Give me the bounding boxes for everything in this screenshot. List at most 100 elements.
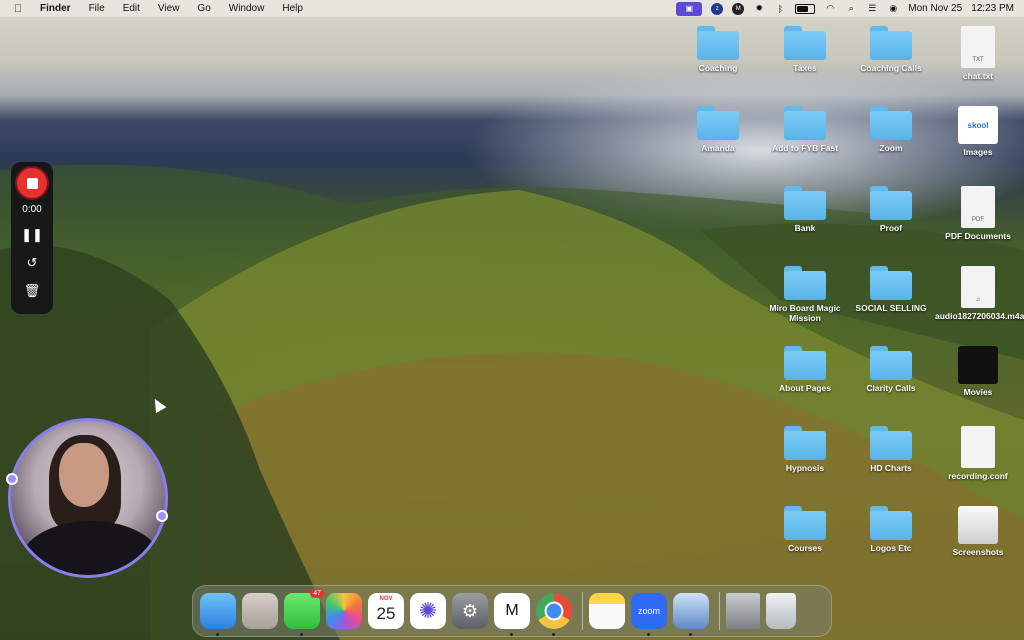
notes-icon[interactable] <box>589 593 625 629</box>
folder-icon <box>870 266 912 300</box>
folder-icon <box>784 426 826 460</box>
screen-recorder-icon[interactable]: ▣ <box>676 1 703 16</box>
running-indicator <box>300 633 303 636</box>
stop-icon <box>26 177 38 189</box>
apple-menu-icon[interactable]:  <box>14 3 28 15</box>
miro-app-icon[interactable]: M <box>494 593 530 636</box>
screen-recorder-app-icon[interactable]: ✺ <box>410 593 446 629</box>
thumbnail-icon <box>958 346 998 384</box>
document-icon: TXT <box>961 26 995 68</box>
desktop-item-coaching-calls[interactable]: Coaching Calls <box>848 26 934 73</box>
webcam-resize-handle[interactable] <box>6 473 18 485</box>
desktop-item-pdf-documents[interactable]: PDF PDF Documents <box>935 186 1021 241</box>
trash-icon[interactable]: 🗑 <box>24 283 41 299</box>
menu-help[interactable]: Help <box>282 3 303 14</box>
desktop-item-taxes[interactable]: Taxes <box>762 26 848 73</box>
system-settings-icon[interactable]: ⚙ <box>452 593 488 629</box>
zoom-icon[interactable]: z <box>711 2 724 15</box>
desktop-item-miro-board-magic-mission[interactable]: Miro Board Magic Mission <box>762 266 848 323</box>
desktop-item-label: Courses <box>787 543 822 553</box>
trash-icon[interactable] <box>766 593 796 629</box>
gear-icon[interactable]: ✹ <box>753 3 765 15</box>
desktop-item-movies[interactable]: Movies <box>935 346 1021 397</box>
messages-badge: 47 <box>310 589 324 598</box>
folder-icon <box>784 346 826 380</box>
zoom-app-label: zoom <box>637 606 660 616</box>
finder-icon[interactable] <box>200 593 236 636</box>
desktop-item-label: Images <box>963 147 993 157</box>
folder-icon <box>870 106 912 140</box>
preview-icon[interactable] <box>673 593 709 636</box>
bluetooth-icon[interactable]: ᛒ <box>774 3 786 15</box>
chrome-icon[interactable] <box>536 593 572 636</box>
folder-icon <box>870 26 912 60</box>
desktop-item-hd-charts[interactable]: HD Charts <box>848 426 934 473</box>
desktop-item-audio1827206034-m4a[interactable]: ♫ audio1827206034.m4a <box>935 266 1024 321</box>
document-icon: ♫ <box>961 266 995 308</box>
desktop-item-label: Screenshots <box>952 547 1004 557</box>
pause-icon[interactable]: ❚❚ <box>21 227 43 243</box>
restart-icon[interactable]: ↺ <box>27 255 38 271</box>
desktop-item-bank[interactable]: Bank <box>762 186 848 233</box>
messages-icon[interactable]: 47 <box>284 589 324 636</box>
webcam-resize-handle[interactable] <box>156 510 168 522</box>
siri-icon[interactable]: ◉ <box>887 3 899 15</box>
recorder-panel: 0:00 ❚❚ ↺ 🗑 <box>11 162 53 314</box>
desktop-item-label: HD Charts <box>870 463 912 473</box>
control-center-icon[interactable]: ☰ <box>866 3 878 15</box>
running-indicator <box>552 633 555 636</box>
folder-icon <box>870 346 912 380</box>
desktop-item-clarity-calls[interactable]: Clarity Calls <box>848 346 934 393</box>
menu-time[interactable]: 12:23 PM <box>971 3 1014 14</box>
desktop-item-chat-txt[interactable]: TXT chat.txt <box>935 26 1021 81</box>
menu-view[interactable]: View <box>158 3 180 14</box>
desktop-item-screenshots[interactable]: Screenshots <box>935 506 1021 557</box>
desktop-item-about-pages[interactable]: About Pages <box>762 346 848 393</box>
desktop-item-label: audio1827206034.m4a <box>935 311 1024 321</box>
dock-separator <box>582 592 583 630</box>
stop-record-button[interactable] <box>17 168 47 198</box>
desktop-item-coaching[interactable]: Coaching <box>675 26 761 73</box>
menu-finder[interactable]: Finder <box>40 3 71 14</box>
downloads-stack-icon[interactable] <box>726 593 760 629</box>
desktop-item-social-selling[interactable]: SOCIAL SELLING <box>848 266 934 313</box>
desktop-item-zoom[interactable]: Zoom <box>848 106 934 153</box>
launchpad-icon[interactable] <box>242 593 278 629</box>
folder-icon <box>697 106 739 140</box>
photos-icon[interactable] <box>326 593 362 629</box>
running-indicator <box>647 633 650 636</box>
menu-date[interactable]: Mon Nov 25 <box>908 3 962 14</box>
battery-icon[interactable] <box>795 3 816 14</box>
folder-icon <box>784 186 826 220</box>
folder-icon <box>784 506 826 540</box>
desktop-item-label: Movies <box>963 387 993 397</box>
dock-separator <box>719 592 720 630</box>
desktop-item-logos-etc[interactable]: Logos Etc <box>848 506 934 553</box>
folder-icon <box>784 106 826 140</box>
desktop-item-hypnosis[interactable]: Hypnosis <box>762 426 848 473</box>
desktop-item-label: About Pages <box>779 383 831 393</box>
menu-edit[interactable]: Edit <box>123 3 140 14</box>
menu-go[interactable]: Go <box>197 3 210 14</box>
zoom-app-icon[interactable]: zoom <box>631 593 667 636</box>
desktop-item-courses[interactable]: Courses <box>762 506 848 553</box>
miro-icon[interactable]: M <box>732 2 745 15</box>
desktop-item-label: chat.txt <box>962 71 994 81</box>
desktop-item-label: Logos Etc <box>870 543 912 553</box>
desktop-item-label: Bank <box>794 223 816 233</box>
webcam-bubble[interactable] <box>8 418 168 578</box>
wifi-icon[interactable]: ◠ <box>824 3 836 15</box>
menu-file[interactable]: File <box>89 3 105 14</box>
desktop-item-proof[interactable]: Proof <box>848 186 934 233</box>
menu-window[interactable]: Window <box>229 3 265 14</box>
desktop-item-add-to-fyb-fast[interactable]: Add to FYB Fast <box>762 106 848 153</box>
desktop-item-label: Add to FYB Fast <box>771 143 839 153</box>
calendar-icon[interactable]: NOV 25 <box>368 593 404 629</box>
search-icon[interactable]: ⌕ <box>845 3 857 15</box>
desktop-item-amanda[interactable]: Amanda <box>675 106 761 153</box>
desktop-item-label: Taxes <box>793 63 817 73</box>
desktop-item-label: Coaching Calls <box>860 63 922 73</box>
desktop-item-recording-conf[interactable]: recording.conf <box>935 426 1021 481</box>
desktop-item-images[interactable]: skool Images <box>935 106 1021 157</box>
running-indicator <box>689 633 692 636</box>
